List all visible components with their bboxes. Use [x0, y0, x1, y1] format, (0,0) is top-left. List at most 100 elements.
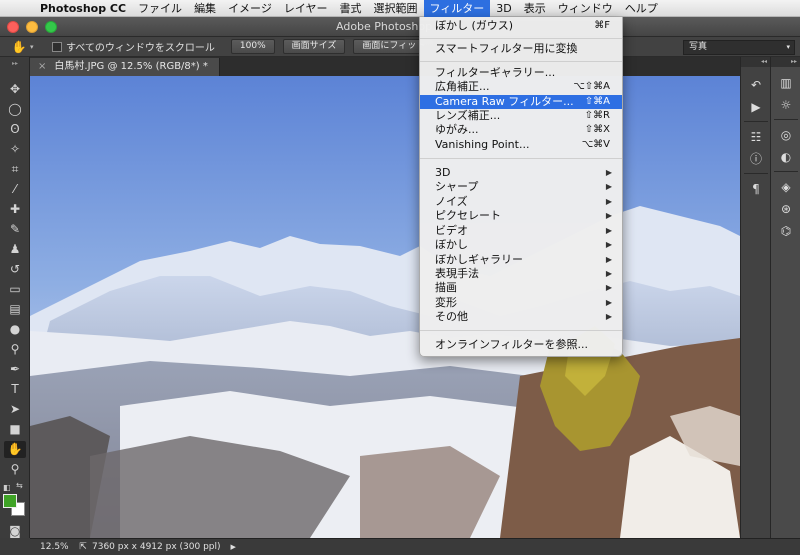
marquee-tool-icon[interactable]: ◯: [4, 101, 26, 118]
collapsed-panel-dock: ◂◂ ↶ ▶ ☷ ⓘ ¶: [740, 57, 771, 538]
status-bar: 12.5% ⇱ 7360 px x 4912 px (300 ppl) ▶: [30, 538, 800, 555]
submenu-blur[interactable]: ぼかし ▶: [420, 238, 622, 252]
eraser-tool-icon[interactable]: ▭: [4, 281, 26, 298]
menu-item-lens-correction[interactable]: レンズ補正... ⇧⌘R: [420, 109, 622, 123]
menu-edit[interactable]: 編集: [188, 0, 222, 17]
dodge-tool-icon[interactable]: ⚲: [4, 341, 26, 358]
actions-play-icon[interactable]: ▶: [747, 99, 765, 115]
submenu-stylize[interactable]: 表現手法 ▶: [420, 267, 622, 281]
move-tool-icon[interactable]: ✥: [4, 81, 26, 98]
zoom-tool-icon[interactable]: ⚲: [4, 461, 26, 478]
menu-item-camera-raw-filter[interactable]: Camera Raw フィルター... ⇧⌘A: [420, 95, 622, 109]
menu-item-adaptive-wide-angle[interactable]: 広角補正... ⌥⇧⌘A: [420, 80, 622, 94]
submenu-video[interactable]: ビデオ ▶: [420, 224, 622, 238]
submenu-arrow-icon: ▶: [605, 240, 612, 249]
type-tool-icon[interactable]: T: [4, 381, 26, 398]
path-selection-tool-icon[interactable]: ➤: [4, 401, 26, 418]
document-tab[interactable]: × 白馬村.JPG @ 12.5% (RGB/8*) *: [30, 58, 220, 76]
menu-item-label: 表現手法: [435, 267, 479, 280]
menu-file[interactable]: ファイル: [132, 0, 188, 17]
lasso-tool-icon[interactable]: ʘ: [4, 121, 26, 138]
adjustments-icon[interactable]: ☼: [777, 97, 795, 113]
menu-item-label: フィルターギャラリー...: [435, 66, 556, 79]
gradient-tool-icon[interactable]: ▤: [4, 301, 26, 318]
hand-tool-icon[interactable]: ✋: [4, 441, 26, 458]
menu-view[interactable]: 表示: [518, 0, 552, 17]
submenu-blur-gallery[interactable]: ぼかしギャラリー ▶: [420, 253, 622, 267]
menu-item-last-filter[interactable]: ぼかし (ガウス) ⌘F: [420, 19, 622, 33]
healing-brush-tool-icon[interactable]: ✚: [4, 201, 26, 218]
clone-stamp-tool-icon[interactable]: ♟: [4, 241, 26, 258]
expand-dock-icon[interactable]: ▸▸: [771, 57, 800, 67]
menu-item-convert-smart-filters[interactable]: スマートフィルター用に変換: [420, 42, 622, 56]
chevron-down-icon[interactable]: ▾: [30, 43, 40, 51]
menu-select[interactable]: 選択範囲: [368, 0, 424, 17]
default-colors-icon[interactable]: ◧: [3, 483, 11, 492]
collapse-dock-icon[interactable]: ◂◂: [741, 57, 771, 67]
status-menu-icon[interactable]: ▶: [231, 539, 236, 555]
menu-item-label: スマートフィルター用に変換: [435, 42, 578, 55]
character-icon[interactable]: ¶: [747, 181, 765, 197]
channels-icon[interactable]: ⊛: [777, 201, 795, 217]
color-icon[interactable]: ◐: [777, 149, 795, 165]
properties-icon[interactable]: ☷: [747, 129, 765, 145]
blur-tool-icon[interactable]: ●: [4, 321, 26, 338]
panel-dock: ▸▸ ▥ ☼ ◎ ◐ ◈ ⊛ ⌬: [770, 57, 800, 538]
menu-filter[interactable]: フィルター: [423, 0, 491, 17]
tools-panel: ▸▸ ✥ ◯ ʘ ✧ ⌗ ⁄ ✚ ✎ ♟ ↺ ▭ ▤ ● ⚲ ✒ T ➤ ■ ✋…: [0, 57, 30, 538]
submenu-arrow-icon: ▶: [605, 255, 612, 264]
workspace-switcher[interactable]: 写真 ▾: [683, 40, 795, 55]
layers-icon[interactable]: ◈: [777, 179, 795, 195]
menu-type[interactable]: 書式: [334, 0, 368, 17]
zoom-100-button[interactable]: 100%: [230, 39, 275, 54]
crop-tool-icon[interactable]: ⌗: [4, 161, 26, 178]
submenu-arrow-icon: ▶: [605, 168, 612, 177]
collapse-panel-icon[interactable]: ▸▸: [0, 60, 30, 67]
submenu-pixelate[interactable]: ピクセレート ▶: [420, 209, 622, 223]
quick-mask-icon[interactable]: ◙: [4, 523, 26, 540]
submenu-noise[interactable]: ノイズ ▶: [420, 195, 622, 209]
rectangle-tool-icon[interactable]: ■: [4, 421, 26, 438]
menu-3d[interactable]: 3D: [490, 0, 517, 17]
eyedropper-tool-icon[interactable]: ⁄: [4, 181, 26, 198]
fit-screen-button[interactable]: 画面サイズ: [282, 39, 346, 54]
menu-image[interactable]: イメージ: [222, 0, 278, 17]
swap-colors-icon[interactable]: ⇆: [16, 481, 23, 490]
menu-item-vanishing-point[interactable]: Vanishing Point... ⌥⌘V: [420, 138, 622, 152]
foreground-color-swatch[interactable]: [3, 494, 17, 508]
history-icon[interactable]: ↶: [747, 77, 765, 93]
submenu-distort[interactable]: 変形 ▶: [420, 296, 622, 310]
zoom-level[interactable]: 12.5%: [30, 539, 74, 555]
menu-help[interactable]: ヘルプ: [619, 0, 664, 17]
menu-window[interactable]: ウィンドウ: [552, 0, 619, 17]
menu-item-filter-gallery[interactable]: フィルターギャラリー...: [420, 66, 622, 80]
pen-tool-icon[interactable]: ✒: [4, 361, 26, 378]
paths-icon[interactable]: ⌬: [777, 223, 795, 239]
document-canvas[interactable]: [30, 76, 740, 538]
menu-item-label: その他: [435, 310, 468, 323]
info-icon[interactable]: ⓘ: [747, 151, 765, 167]
close-window-icon[interactable]: [7, 21, 19, 33]
magic-wand-tool-icon[interactable]: ✧: [4, 141, 26, 158]
submenu-other[interactable]: その他 ▶: [420, 310, 622, 324]
submenu-render[interactable]: 描画 ▶: [420, 281, 622, 295]
zoom-window-icon[interactable]: [45, 21, 57, 33]
histogram-icon[interactable]: ▥: [777, 75, 795, 91]
minimize-window-icon[interactable]: [26, 21, 38, 33]
brush-tool-icon[interactable]: ✎: [4, 221, 26, 238]
submenu-arrow-icon: ▶: [605, 197, 612, 206]
submenu-sharpen[interactable]: シャープ ▶: [420, 180, 622, 194]
menu-item-liquify[interactable]: ゆがみ... ⇧⌘X: [420, 123, 622, 137]
scroll-all-windows-checkbox[interactable]: [52, 41, 62, 52]
document-tab-label: 白馬村.JPG @ 12.5% (RGB/8*) *: [54, 61, 208, 72]
close-tab-icon[interactable]: ×: [38, 61, 46, 72]
submenu-3d[interactable]: 3D ▶: [420, 166, 622, 180]
history-brush-tool-icon[interactable]: ↺: [4, 261, 26, 278]
menu-item-browse-filters-online[interactable]: オンラインフィルターを参照...: [420, 338, 622, 352]
submenu-arrow-icon: ▶: [605, 182, 612, 191]
styles-icon[interactable]: ◎: [777, 127, 795, 143]
menu-layer[interactable]: レイヤー: [278, 0, 334, 17]
hand-tool-preset-icon[interactable]: ✋: [8, 40, 30, 54]
menu-app-name[interactable]: Photoshop CC: [34, 0, 132, 17]
export-icon[interactable]: ⇱: [74, 539, 92, 555]
